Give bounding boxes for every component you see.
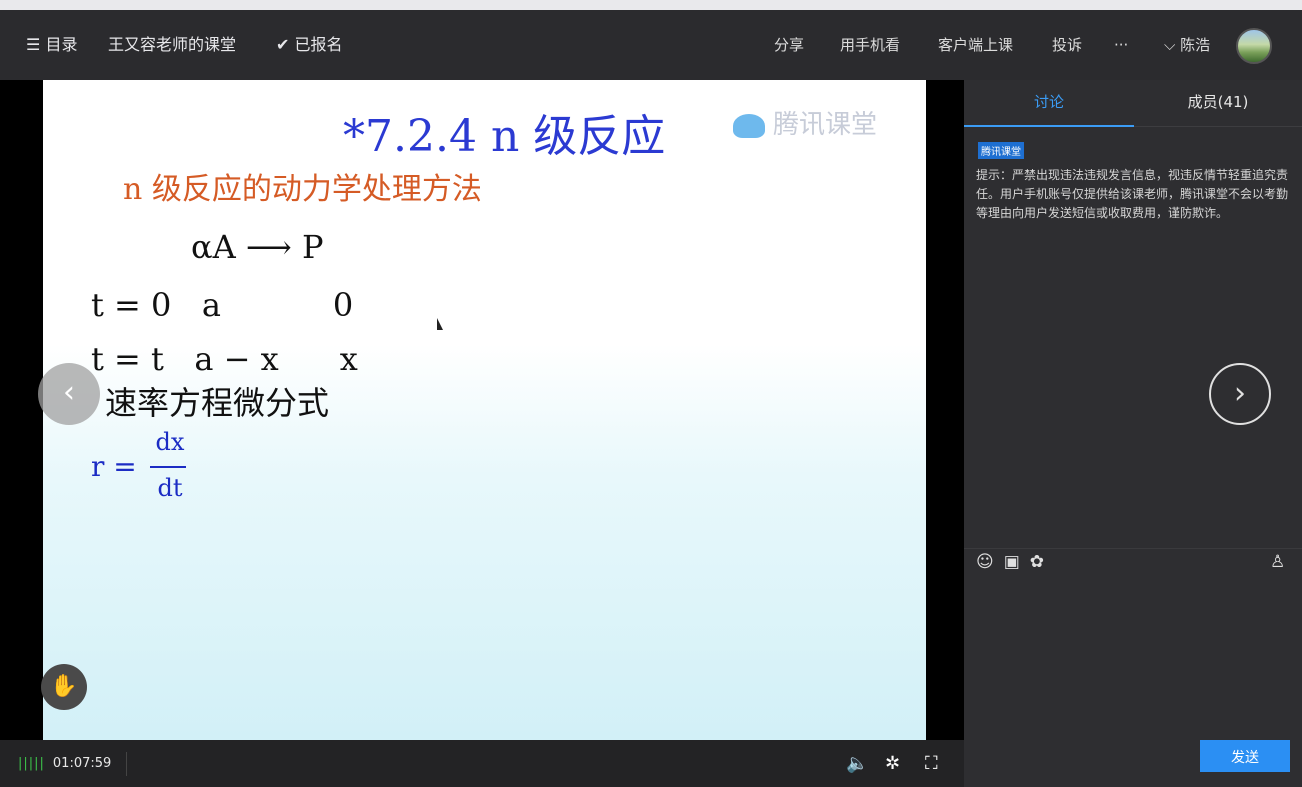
tab-discussion-label: 讨论 (1033, 93, 1064, 111)
timestamp-value: 01:07:59 (52, 756, 112, 771)
sidebar: 讨论 成员(41) 腾讯课堂 提示：严禁出现违法违规发言信息，视违反情节轻重追究… (964, 80, 1302, 787)
sidebar-tabs: 讨论 成员(41) (964, 80, 1302, 127)
fullscreen-icon: ⛶ (925, 753, 938, 774)
more-button[interactable]: ··· (1114, 10, 1128, 80)
watermark-text: 腾讯课堂 (773, 110, 878, 140)
rate-denominator: dt (157, 474, 183, 502)
raise-hand-button[interactable]: ✋ (41, 664, 87, 710)
volume-button[interactable]: 🔈 (846, 740, 868, 787)
reaction-equation: αA ⟶ P (191, 228, 324, 266)
slide-title: *7.2.4 n 级反应 (343, 111, 666, 162)
player-control-bar: ||||| 01:07:59 🔈 ✲ ⛶ (0, 740, 964, 787)
tab-members[interactable]: 成员(41) (1134, 80, 1302, 126)
tab-discussion[interactable]: 讨论 (964, 80, 1134, 127)
input-divider (964, 548, 1302, 549)
chevron-down-icon: ⌵ (1164, 36, 1176, 54)
emoji-icon[interactable]: ☺ (976, 552, 994, 572)
notice-text: 提示：严禁出现违法违规发言信息，视违反情节轻重追究责任。用户手机账号仅提供给该课… (976, 168, 1289, 220)
check-icon: ✔ (276, 35, 290, 54)
volume-icon: 🔈 (846, 753, 869, 774)
avatar[interactable] (1236, 28, 1272, 64)
timestamp: ||||| 01:07:59 (18, 740, 111, 787)
settings-button[interactable]: ✲ (885, 740, 900, 787)
top-bar: ☰ 目录 王又容老师的课堂 ✔ 已报名 分享 用手机看 客户端上课 投诉 ···… (0, 10, 1302, 80)
chevron-left-icon: ‹ (63, 375, 75, 410)
complain-button[interactable]: 投诉 (1052, 10, 1082, 80)
tab-underline (964, 125, 1134, 127)
client-class-button[interactable]: 客户端上课 (938, 10, 1013, 80)
rate-lhs: r = (91, 450, 137, 483)
user-icon[interactable]: ♙ (1270, 552, 1285, 572)
divider (126, 752, 127, 776)
user-name: 陈浩 (1180, 36, 1211, 54)
enrolled-label: 已报名 (294, 35, 343, 54)
share-button[interactable]: 分享 (774, 10, 804, 80)
rate-numerator: dx (155, 428, 185, 456)
catalog-button[interactable]: ☰ 目录 (26, 10, 77, 80)
previous-slide-button[interactable]: ‹ (38, 363, 100, 425)
course-title[interactable]: 王又容老师的课堂 (108, 10, 236, 80)
user-menu[interactable]: ⌵ 陈浩 (1164, 10, 1210, 80)
raise-hand-icon: ✋ (50, 674, 78, 699)
fullscreen-button[interactable]: ⛶ (925, 740, 938, 787)
hamburger-icon: ☰ (26, 35, 41, 54)
enrolled-status: ✔ 已报名 (276, 10, 343, 80)
flower-icon[interactable]: ✿ (1030, 552, 1044, 572)
mouse-cursor-icon (437, 318, 443, 330)
system-badge: 腾讯课堂 (978, 142, 1024, 159)
next-slide-button[interactable]: › (1209, 363, 1271, 425)
chat-toolbar: ☺ ▣ ✿ (976, 552, 1054, 572)
watermark: 腾讯课堂 (733, 104, 877, 141)
chevron-right-icon: › (1234, 376, 1246, 411)
time-t-row: t = t a − x x (91, 340, 358, 378)
catalog-label: 目录 (45, 35, 78, 54)
tencent-classroom-logo-icon (733, 113, 765, 138)
slide: *7.2.4 n 级反应 腾讯课堂 n 级反应的动力学处理方法 αA ⟶ P t… (43, 80, 926, 740)
image-icon[interactable]: ▣ (1004, 552, 1020, 572)
signal-strength-icon: ||||| (18, 756, 45, 771)
fraction-bar (150, 466, 186, 468)
send-button[interactable]: 发送 (1200, 740, 1290, 772)
browser-top-strip (0, 0, 1302, 10)
gear-icon: ✲ (885, 753, 901, 774)
watch-on-mobile-button[interactable]: 用手机看 (840, 10, 900, 80)
initial-state-row: t = 0 a 0 (91, 286, 354, 324)
rate-equation-label: 速率方程微分式 (105, 384, 330, 422)
slide-subtitle: n 级反应的动力学处理方法 (123, 172, 482, 207)
